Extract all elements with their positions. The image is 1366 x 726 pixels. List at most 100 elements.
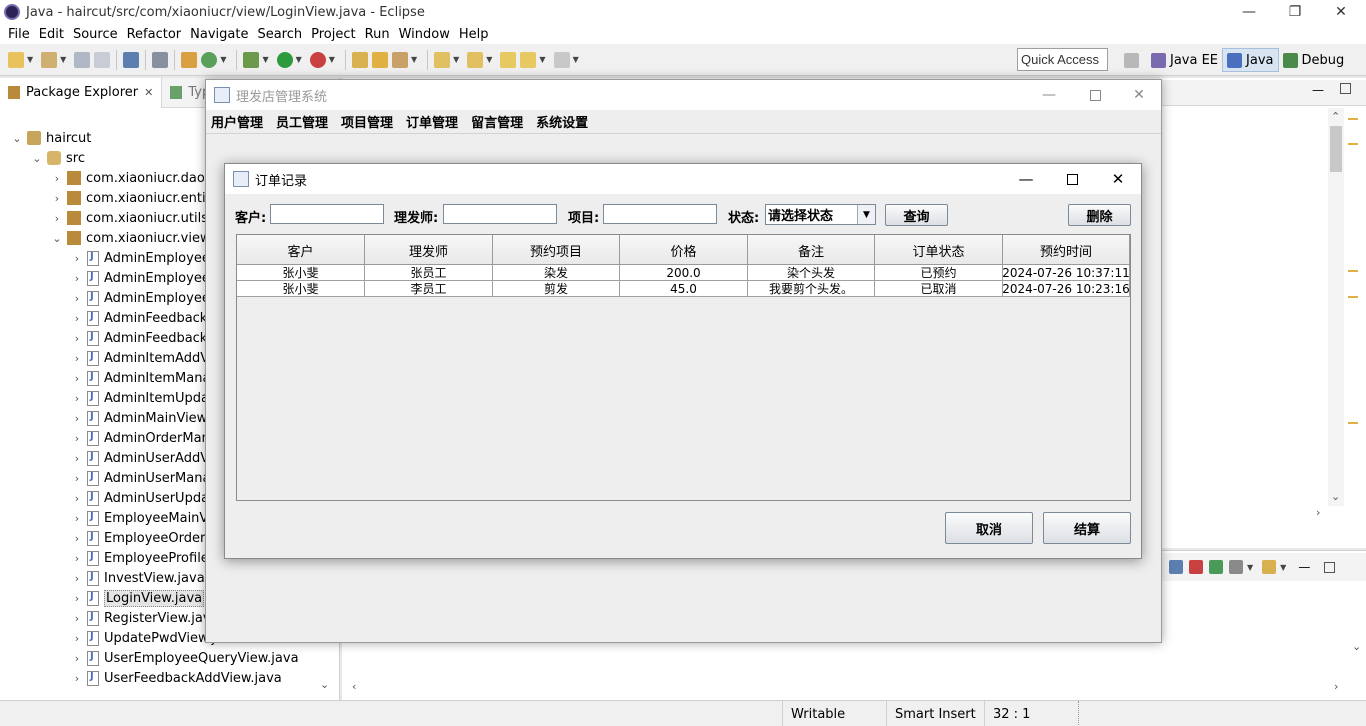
scroll-down-icon[interactable]: ⌄ — [320, 678, 329, 691]
tree-item[interactable]: › com.xiaoniucr.dao — [50, 168, 205, 188]
close-icon[interactable]: ✕ — [1318, 0, 1364, 24]
close-icon[interactable]: ✕ — [1095, 167, 1141, 191]
package-icon[interactable] — [181, 51, 198, 68]
chevron-right-icon[interactable]: › — [70, 372, 84, 385]
chevron-down-icon[interactable]: ▼ — [60, 55, 66, 64]
back-icon[interactable] — [520, 51, 537, 68]
menu-file[interactable]: File — [8, 27, 30, 42]
tree-item[interactable]: › AdminMainView.j — [70, 408, 214, 428]
chevron-right-icon[interactable]: › — [70, 512, 84, 525]
maximize-icon[interactable] — [1340, 83, 1351, 94]
menu-source[interactable]: Source — [73, 27, 118, 42]
menu-system-settings[interactable]: 系统设置 — [536, 112, 588, 131]
tree-item[interactable]: › AdminEmployeeM — [70, 268, 221, 288]
open-console-icon[interactable] — [1262, 560, 1277, 574]
editor-vertical-scrollbar[interactable] — [1328, 108, 1344, 506]
overview-ruler-marker[interactable] — [1348, 296, 1358, 298]
chevron-down-icon[interactable]: ▼ — [411, 55, 417, 64]
chevron-right-icon[interactable]: › — [70, 392, 84, 405]
chevron-right-icon[interactable]: › — [70, 352, 84, 365]
pen-icon[interactable] — [391, 51, 408, 68]
chevron-down-icon[interactable]: ⌄ — [30, 152, 44, 165]
table-column-header[interactable]: 理发师 — [365, 235, 493, 265]
perspective-debug[interactable]: Debug — [1279, 48, 1349, 72]
tree-item[interactable]: › EmployeeProfileV — [70, 548, 218, 568]
chevron-down-icon[interactable]: ▼ — [296, 55, 302, 64]
chevron-right-icon[interactable]: › — [70, 432, 84, 445]
terminal-icon[interactable] — [123, 51, 140, 68]
tree-item[interactable]: › com.xiaoniucr.entity — [50, 188, 219, 208]
chevron-down-icon[interactable]: ▼ — [27, 55, 33, 64]
tree-item[interactable]: › AdminUserUpdat — [70, 488, 214, 508]
tree-item[interactable]: › EmployeeOrderM — [70, 528, 217, 548]
tree-item[interactable]: › UserFeedbackAddView.java — [70, 668, 282, 688]
chevron-right-icon[interactable]: › — [70, 612, 84, 625]
tree-item[interactable]: › AdminUserAddVi — [70, 448, 212, 468]
previous-annotation-icon[interactable] — [467, 51, 484, 68]
chevron-down-icon[interactable]: ▼ — [329, 55, 335, 64]
tree-item[interactable]: › com.xiaoniucr.utils — [50, 208, 208, 228]
table-column-header[interactable]: 订单状态 — [875, 235, 1003, 265]
tree-item[interactable]: › AdminItemManag — [70, 368, 219, 388]
menu-item-management[interactable]: 项目管理 — [341, 112, 393, 131]
chevron-right-icon[interactable]: › — [70, 532, 84, 545]
chevron-down-icon[interactable]: ▼ — [220, 55, 226, 64]
next-annotation-icon[interactable] — [434, 51, 451, 68]
table-row[interactable]: 张小斐 张员工 染发 200.0 染个头发 已预约 2024-07-26 10:37:11 — [237, 265, 1130, 281]
scroll-down-icon[interactable]: ⌄ — [1331, 490, 1340, 503]
chevron-right-icon[interactable]: › — [70, 472, 84, 485]
scroll-right-icon[interactable]: › — [1334, 680, 1338, 693]
tree-item[interactable]: ⌄ com.xiaoniucr.view — [50, 228, 210, 248]
overview-ruler-marker[interactable] — [1348, 143, 1358, 145]
minimize-icon[interactable]: — — [1298, 560, 1310, 574]
forward-icon[interactable] — [553, 51, 570, 68]
overview-ruler-marker[interactable] — [1348, 118, 1358, 120]
chevron-right-icon[interactable]: › — [70, 312, 84, 325]
menu-search[interactable]: Search — [257, 27, 302, 42]
chevron-down-icon[interactable]: ▼ — [857, 205, 875, 224]
minimize-icon[interactable]: — — [1226, 0, 1272, 24]
table-column-header[interactable]: 价格 — [620, 235, 748, 265]
scroll-up-icon[interactable]: ⌃ — [1331, 110, 1340, 123]
tree-item[interactable]: › UserEmployeeQueryView.java — [70, 648, 299, 668]
close-icon[interactable]: ✕ — [144, 86, 153, 99]
settle-button[interactable]: 结算 — [1043, 512, 1131, 544]
new-package-icon[interactable] — [41, 51, 58, 68]
tree-item[interactable]: › AdminItemUpdat — [70, 388, 214, 408]
restore-icon[interactable]: ❐ — [1272, 0, 1318, 24]
minimize-icon[interactable]: — — [1312, 83, 1324, 97]
pin-console-icon[interactable] — [1209, 560, 1223, 574]
chevron-down-icon[interactable]: ▼ — [486, 55, 492, 64]
save-all-icon[interactable] — [94, 51, 111, 68]
last-edit-icon[interactable] — [500, 51, 517, 68]
tree-item[interactable]: › AdminFeedbackM — [70, 308, 219, 328]
menu-navigate[interactable]: Navigate — [190, 27, 248, 42]
new-icon[interactable] — [8, 51, 24, 68]
menu-message-management[interactable]: 留言管理 — [471, 112, 523, 131]
perspective-java-ee[interactable]: Java EE — [1147, 48, 1222, 72]
chevron-down-icon[interactable]: ▼ — [573, 55, 579, 64]
external-tools-icon[interactable] — [309, 51, 326, 68]
chevron-right-icon[interactable]: › — [70, 672, 84, 685]
scroll-down-icon[interactable]: ⌄ — [1352, 640, 1361, 653]
item-input[interactable] — [603, 204, 717, 224]
display-console-icon[interactable] — [1229, 560, 1243, 574]
overview-ruler-marker[interactable] — [1348, 270, 1358, 272]
tree-item[interactable]: › AdminEmployeeU — [70, 288, 219, 308]
save-icon[interactable] — [74, 51, 91, 68]
menu-employee-management[interactable]: 员工管理 — [276, 112, 328, 131]
table-column-header[interactable]: 备注 — [748, 235, 875, 265]
quick-access-input[interactable] — [1017, 48, 1108, 71]
skip-breakpoints-icon[interactable] — [152, 51, 169, 68]
open-type-icon[interactable] — [351, 51, 368, 68]
chevron-right-icon[interactable]: › — [70, 252, 84, 265]
tree-item[interactable]: › AdminItemAddVi — [70, 348, 212, 368]
menu-help[interactable]: Help — [459, 27, 489, 42]
status-select[interactable]: 请选择状态 ▼ — [765, 204, 876, 225]
tree-item[interactable]: › AdminFeedbackR — [70, 328, 216, 348]
chevron-down-icon[interactable]: ▼ — [1280, 563, 1286, 572]
chevron-right-icon[interactable]: › — [70, 552, 84, 565]
delete-button[interactable]: 删除 — [1068, 204, 1131, 226]
table-column-header[interactable]: 客户 — [237, 235, 365, 265]
table-column-header[interactable]: 预约项目 — [493, 235, 620, 265]
